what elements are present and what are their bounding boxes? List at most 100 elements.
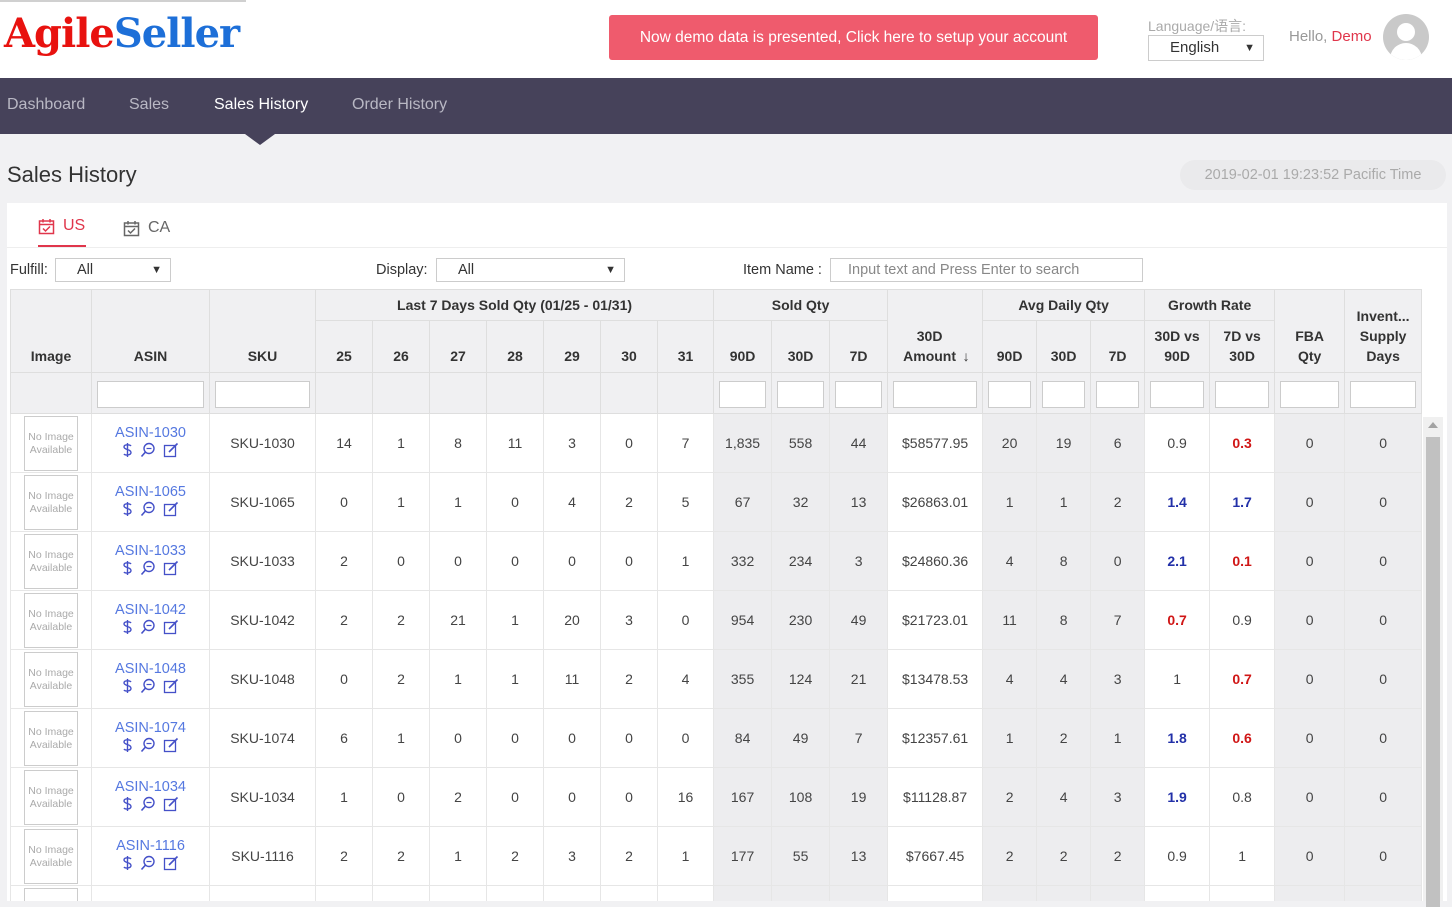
col-header-sku[interactable]: SKU	[209, 289, 316, 373]
edit-icon[interactable]	[163, 442, 179, 458]
dollar-icon[interactable]	[122, 796, 133, 812]
zoom-search-icon[interactable]	[140, 678, 156, 694]
asin-link[interactable]: ASIN-1074	[92, 720, 209, 736]
asin-link[interactable]: ASIN-1030	[92, 425, 209, 441]
col-header-day-27[interactable]: 27	[429, 320, 487, 373]
col-header-sold-7d[interactable]: 7D	[829, 320, 889, 373]
avg-7d-cell: 3	[1090, 649, 1146, 709]
table-scrollbar[interactable]	[1423, 417, 1443, 907]
fba-qty-cell: 0	[1274, 413, 1346, 473]
fba-qty-filter-input[interactable]	[1280, 381, 1340, 408]
nav-item-sales-history[interactable]: Sales History	[214, 96, 308, 114]
asin-link[interactable]: ASIN-1034	[92, 779, 209, 795]
amount-30d-filter-input[interactable]	[893, 381, 978, 408]
inventory-filter-input[interactable]	[1350, 381, 1417, 408]
asin-actions	[122, 442, 179, 458]
zoom-search-icon[interactable]	[140, 796, 156, 812]
sku-filter-input[interactable]	[215, 381, 310, 408]
col-header-fba-qty[interactable]: FBA Qty	[1274, 289, 1346, 373]
col-header-avg-30d[interactable]: 30D	[1036, 320, 1092, 373]
col-header-day-25[interactable]: 25	[315, 320, 373, 373]
asin-link[interactable]: ASIN-1116	[92, 838, 209, 854]
asin-cell: ASIN-1069	[91, 885, 210, 901]
user-avatar-icon[interactable]	[1383, 14, 1429, 60]
dollar-icon[interactable]	[122, 501, 133, 517]
nav-item-dashboard[interactable]: Dashboard	[7, 96, 85, 114]
sold-90d-filter-input[interactable]	[719, 381, 767, 408]
col-header-sold-30d[interactable]: 30D	[771, 320, 831, 373]
edit-icon[interactable]	[163, 619, 179, 635]
app-logo[interactable]: AgileSeller	[4, 10, 240, 57]
col-header-30d-vs-90d[interactable]: 30D vs 90D	[1144, 320, 1211, 373]
asin-link[interactable]: ASIN-1048	[92, 661, 209, 677]
edit-icon[interactable]	[163, 796, 179, 812]
scrollbar-thumb[interactable]	[1426, 437, 1440, 907]
dollar-icon[interactable]	[122, 442, 133, 458]
col-header-7d-vs-30d[interactable]: 7D vs 30D	[1209, 320, 1276, 373]
scroll-up-icon[interactable]	[1428, 422, 1438, 428]
zoom-search-icon[interactable]	[140, 855, 156, 871]
display-select[interactable]: All ▼	[436, 258, 625, 282]
growth-30d-vs-90d-filter-input[interactable]	[1150, 381, 1205, 408]
day-qty-cell: 11	[486, 413, 544, 473]
avg-90d-filter-input[interactable]	[988, 381, 1032, 408]
avg-30d-filter-input[interactable]	[1042, 381, 1086, 408]
tab-ca[interactable]: CA	[123, 219, 170, 237]
avg-7d-filter-input[interactable]	[1096, 381, 1140, 408]
zoom-search-icon[interactable]	[140, 560, 156, 576]
edit-icon[interactable]	[163, 855, 179, 871]
col-header-day-30[interactable]: 30	[600, 320, 658, 373]
col-header-avg-7d[interactable]: 7D	[1090, 320, 1146, 373]
col-header-sold-90d[interactable]: 90D	[713, 320, 773, 373]
dollar-icon[interactable]	[122, 619, 133, 635]
asin-link[interactable]: ASIN-1033	[92, 543, 209, 559]
dollar-icon[interactable]	[122, 678, 133, 694]
day-qty-cell	[600, 885, 658, 901]
no-image-placeholder: No Image Available	[24, 592, 78, 648]
col-header-day-28[interactable]: 28	[486, 320, 544, 373]
nav-item-sales[interactable]: Sales	[129, 96, 169, 114]
zoom-search-icon[interactable]	[140, 442, 156, 458]
demo-setup-banner[interactable]: Now demo data is presented, Click here t…	[609, 15, 1098, 60]
col-header-asin[interactable]: ASIN	[91, 289, 210, 373]
col-header-30d-amount[interactable]: 30D Amount ↓	[887, 289, 984, 373]
sku-cell	[209, 885, 316, 901]
sold-7d-filter-input[interactable]	[835, 381, 883, 408]
sold-90d-cell	[713, 885, 773, 901]
user-name[interactable]: Demo	[1332, 28, 1372, 45]
asin-filter-input[interactable]	[97, 381, 204, 408]
avg-7d-cell: 7	[1090, 590, 1146, 650]
edit-icon[interactable]	[163, 501, 179, 517]
col-header-inventory-supply-days[interactable]: Invent... Supply Days	[1344, 289, 1423, 373]
amount-30d-cell: $12357.61	[887, 708, 984, 768]
sold-30d-filter-input[interactable]	[777, 381, 825, 408]
day-qty-cell: 1	[372, 708, 430, 768]
asin-actions	[122, 619, 179, 635]
col-header-day-29[interactable]: 29	[543, 320, 601, 373]
dollar-icon[interactable]	[122, 737, 133, 753]
col-header-day-26[interactable]: 26	[372, 320, 430, 373]
zoom-search-icon[interactable]	[140, 619, 156, 635]
growth-7d-vs-30d-filter-input[interactable]	[1215, 381, 1270, 408]
sold-90d-cell: 177	[713, 826, 773, 886]
product-image-cell: No Image Available	[10, 472, 92, 532]
item-name-search-input[interactable]	[830, 258, 1143, 282]
col-header-day-31[interactable]: 31	[656, 320, 715, 373]
asin-link[interactable]: ASIN-1065	[92, 484, 209, 500]
dollar-icon[interactable]	[122, 560, 133, 576]
asin-cell: ASIN-1030	[91, 413, 210, 473]
day-qty-cell: 0	[543, 708, 601, 768]
asin-link[interactable]: ASIN-1042	[92, 602, 209, 618]
edit-icon[interactable]	[163, 737, 179, 753]
day-qty-cell: 0	[315, 649, 373, 709]
col-header-avg-90d[interactable]: 90D	[982, 320, 1038, 373]
tab-us[interactable]: US	[38, 217, 85, 235]
edit-icon[interactable]	[163, 560, 179, 576]
zoom-search-icon[interactable]	[140, 737, 156, 753]
zoom-search-icon[interactable]	[140, 501, 156, 517]
nav-item-order-history[interactable]: Order History	[352, 96, 447, 114]
dollar-icon[interactable]	[122, 855, 133, 871]
fulfill-select[interactable]: All ▼	[55, 258, 171, 282]
edit-icon[interactable]	[163, 678, 179, 694]
language-select[interactable]: English ▼	[1148, 35, 1264, 61]
